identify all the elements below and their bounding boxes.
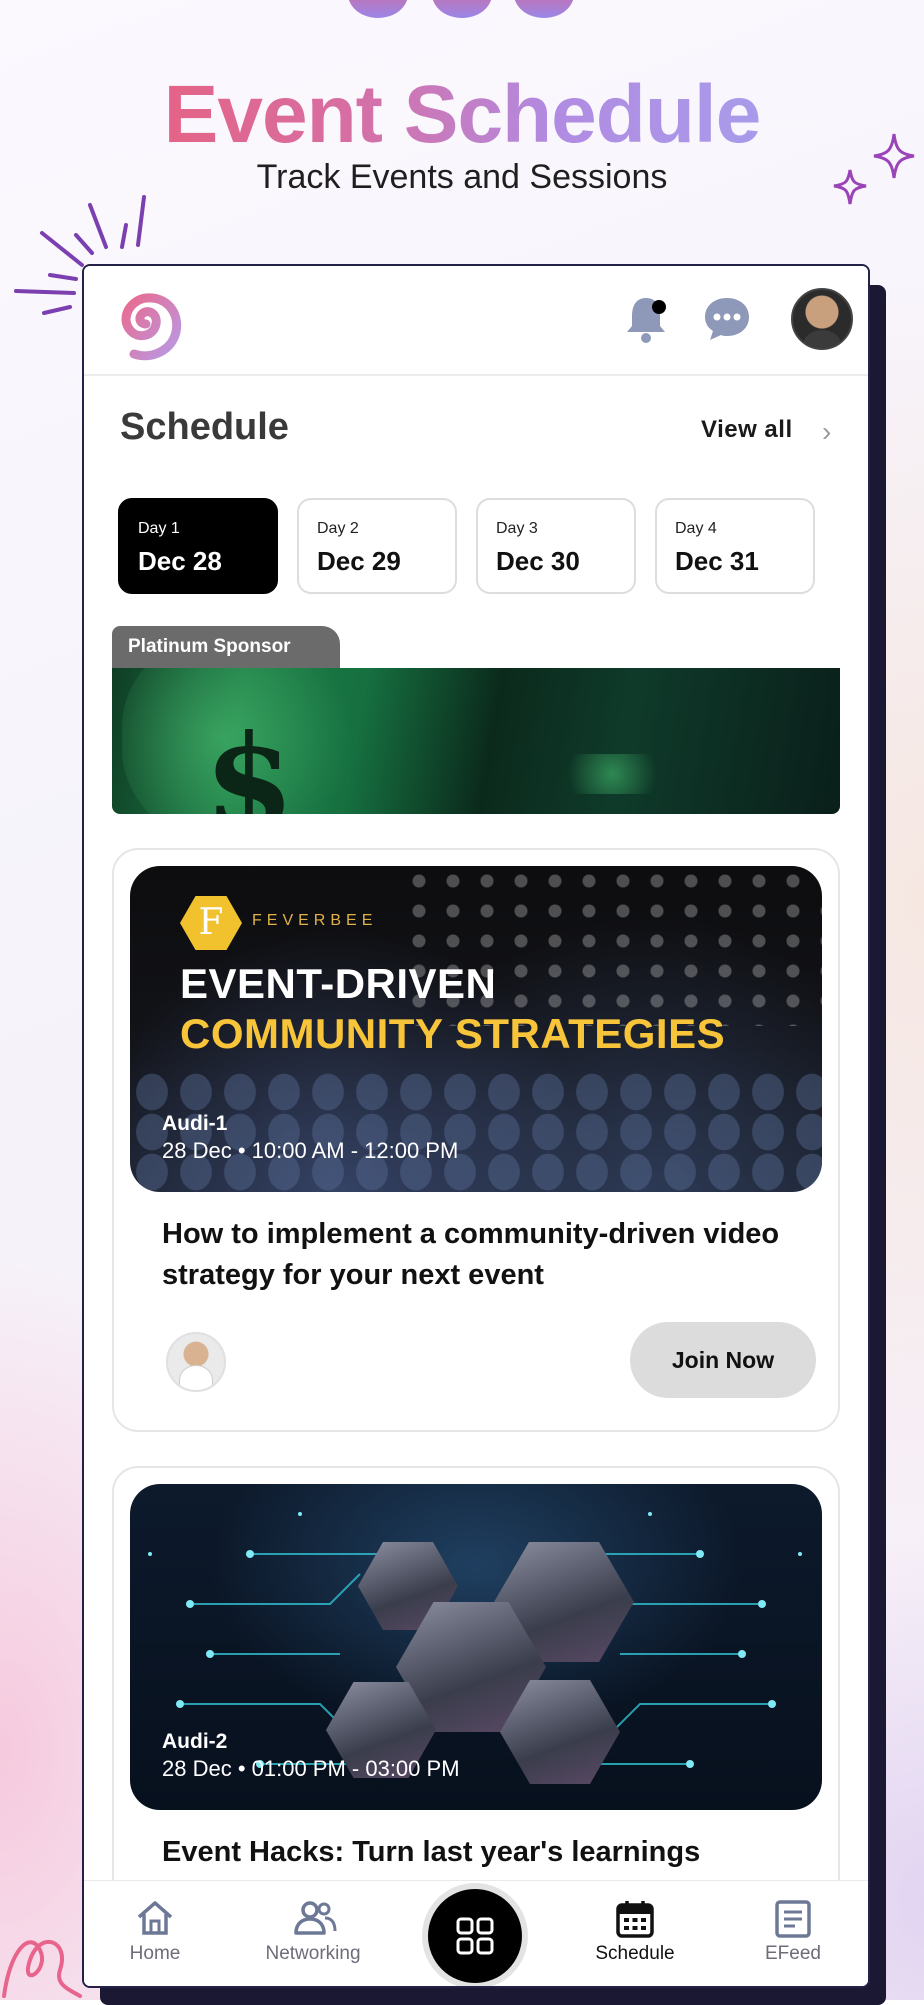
speaker-avatar[interactable] [166, 1332, 226, 1392]
session-title[interactable]: Event Hacks: Turn last year's learnings [162, 1832, 802, 1873]
home-icon [137, 1901, 173, 1935]
join-now-button[interactable]: Join Now [630, 1322, 816, 1398]
day-date: Dec 29 [317, 546, 401, 576]
nav-home[interactable]: Home [84, 1881, 230, 1986]
view-all-link[interactable]: View all [701, 416, 793, 444]
nav-networking[interactable]: Networking [238, 1881, 388, 1986]
session-venue: Audi-2 [162, 1730, 228, 1753]
top-decoration [348, 0, 578, 20]
app-header [84, 266, 868, 376]
session-time: 28 Dec • 10:00 AM - 12:00 PM [162, 1138, 459, 1163]
nav-label: Home [129, 1943, 181, 1964]
banner-title-line1: EVENT-DRIVEN [180, 960, 497, 1007]
sponsor-tag: Platinum Sponsor [112, 626, 340, 668]
hero-title: Event Schedule [0, 68, 924, 162]
day-label: Day 4 [675, 520, 717, 537]
session-card[interactable]: F FEVERBEE EVENT-DRIVEN COMMUNITY STRATE… [112, 848, 840, 1432]
session-title[interactable]: How to implement a community-driven vide… [162, 1214, 802, 1296]
nav-efeed[interactable]: EFeed [718, 1881, 868, 1986]
day-date: Dec 31 [675, 546, 759, 576]
grid-menu-button[interactable] [428, 1889, 522, 1983]
day-label: Day 3 [496, 520, 538, 537]
nav-label: Schedule [595, 1943, 675, 1964]
day-tab-2[interactable]: Day 2 Dec 29 [297, 498, 457, 594]
day-tab-4[interactable]: Day 4 Dec 31 [655, 498, 815, 594]
handshake-graphic [552, 754, 672, 794]
day-tab-1[interactable]: Day 1 Dec 28 [118, 498, 278, 594]
audience-graphic [130, 1072, 822, 1192]
session-time: 28 Dec • 01:00 PM - 03:00 PM [162, 1756, 460, 1781]
day-date: Dec 28 [138, 546, 222, 576]
hero-subtitle: Track Events and Sessions [256, 158, 668, 196]
spiral-logo-icon[interactable] [100, 280, 192, 362]
banner-title-line2: COMMUNITY STRATEGIES [180, 1010, 726, 1057]
sponsor-banner[interactable]: $ [112, 668, 840, 814]
grid-icon [456, 1917, 494, 1955]
brand-name: FEVERBEE [252, 912, 378, 929]
day-label: Day 2 [317, 520, 359, 537]
schedule-title: Schedule [120, 406, 289, 448]
squiggle-decoration [2, 1939, 82, 1998]
feverbee-logo-icon: F [180, 896, 242, 950]
feed-icon [775, 1900, 811, 1938]
nav-label: Networking [265, 1943, 361, 1964]
nav-schedule[interactable]: Schedule [560, 1881, 710, 1986]
session-banner-image: Audi-2 28 Dec • 01:00 PM - 03:00 PM [130, 1484, 822, 1810]
session-venue: Audi-1 [162, 1112, 228, 1135]
dollar-sign-graphic: $ [204, 706, 295, 814]
session-banner-image: F FEVERBEE EVENT-DRIVEN COMMUNITY STRATE… [130, 866, 822, 1192]
bottom-nav: Home Networking Schedule EFeed [84, 1880, 868, 1986]
sparkle-decoration [833, 133, 915, 205]
calendar-icon [616, 1901, 654, 1938]
user-avatar[interactable] [791, 288, 853, 350]
day-label: Day 1 [138, 520, 180, 537]
nav-label: EFeed [765, 1943, 821, 1964]
day-tab-3[interactable]: Day 3 Dec 30 [476, 498, 636, 594]
people-icon [294, 1901, 337, 1935]
chevron-right-icon[interactable]: › [822, 416, 831, 448]
notification-dot [652, 300, 666, 314]
day-date: Dec 30 [496, 546, 580, 576]
chat-bubble-icon[interactable] [702, 294, 752, 344]
app-screen: Schedule View all › Day 1 Dec 28 Day 2 D… [82, 264, 870, 1988]
